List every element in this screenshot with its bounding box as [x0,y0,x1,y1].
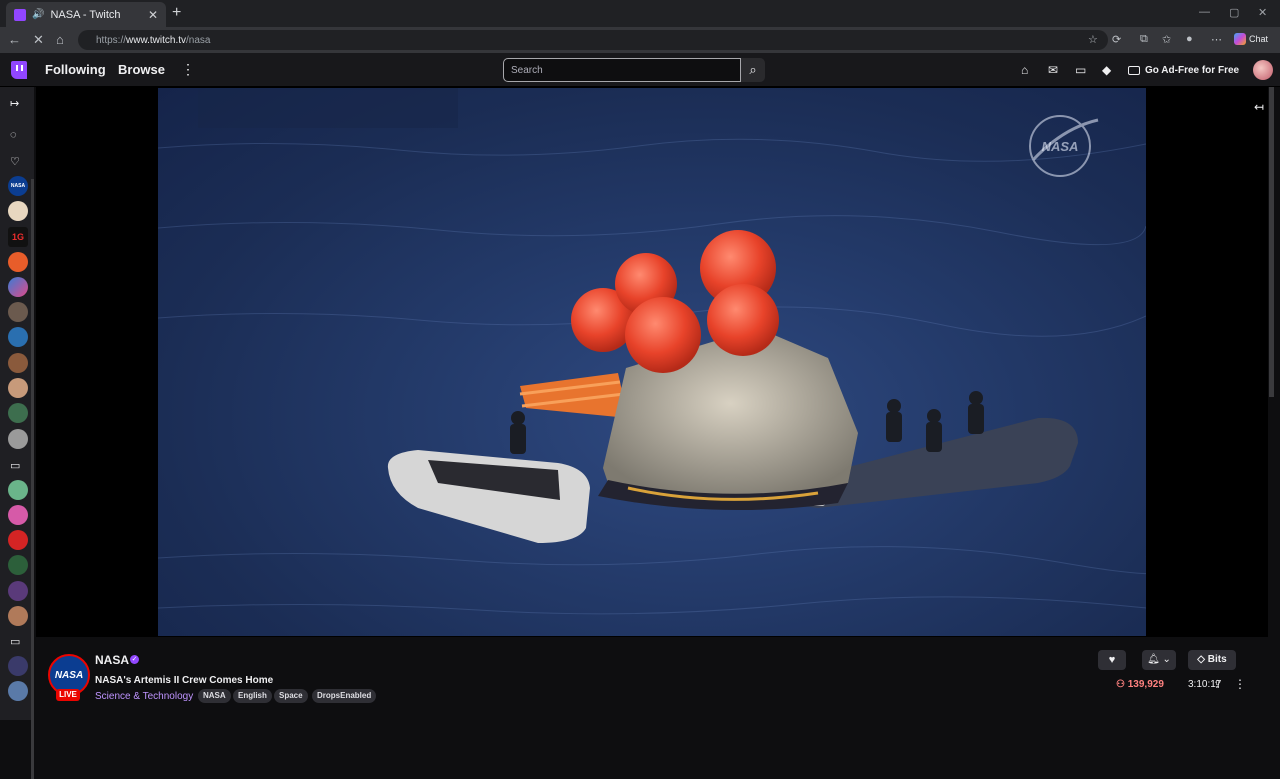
twitch-topnav: Following Browse ⋮ Search ⌕ ⌂ ✉ ▭ ◆ Go A… [0,53,1280,87]
video-camera-icon[interactable]: ▭ [10,635,20,648]
follow-button[interactable]: ♥ [1098,650,1126,670]
profile-icon[interactable]: ● [1186,33,1193,45]
url-field[interactable]: https://www.twitch.tv/nasa [78,30,1108,50]
followed-channels-sidebar: ↦ ◌ ♡ NASA 1G ▭ ▭ [0,87,34,779]
split-screen-icon[interactable]: ⧉ [1140,33,1148,46]
video-frame: NASA [158,88,1146,636]
bits-icon: ◇ [1197,654,1205,665]
new-tab-icon[interactable]: + [172,4,181,22]
sidebar-channel-avatar[interactable] [8,302,28,322]
bits-button[interactable]: ◇ Bits [1188,650,1236,670]
sidebar-channel-avatar[interactable] [8,505,28,525]
following-link[interactable]: Following [45,62,106,77]
sidebar-channel-avatar[interactable] [8,681,28,701]
tag-nasa[interactable]: NASA [198,689,231,703]
browser-tab[interactable]: 🔊 NASA - Twitch ✕ [6,2,166,27]
home-icon[interactable]: ⌂ [56,32,64,47]
drops-icon[interactable]: ⌂ [1021,63,1028,77]
tab-title: NASA - Twitch [50,8,121,21]
sidebar-scrollbar[interactable] [31,179,34,779]
notifications-button[interactable]: 🔔︎ ⌄ [1142,650,1176,670]
bits-crystal-icon[interactable]: ◆ [1102,63,1111,77]
nasa-watermark-text: NASA [1042,139,1079,154]
viewer-count: ⚇ 139,929 [1116,679,1164,690]
stream-title: NASA's Artemis II Crew Comes Home [95,675,274,686]
video-player[interactable]: NASA [36,87,1268,637]
for-you-icon[interactable]: ◌ [10,129,17,141]
user-avatar[interactable] [1253,60,1273,80]
more-menu-icon[interactable]: ⋮ [181,61,195,78]
address-bar-row: ← ✕ ⌂ https://www.twitch.tv/nasa ☆ ⟳ ⧉ ✩… [0,27,1280,53]
prime-icon [1128,65,1140,75]
url-prefix: https:// [96,34,127,46]
viewer-person-icon: ⚇ [1116,679,1125,690]
sidebar-channel-avatar[interactable] [8,403,28,423]
heart-icon: ♥ [1108,654,1116,666]
search-button[interactable]: ⌕ [741,58,765,82]
browse-link[interactable]: Browse [118,62,165,77]
collapse-chat-icon[interactable]: ↤ [1254,100,1264,114]
copilot-chat-button[interactable]: Chat [1234,33,1268,45]
sidebar-channel-nasa[interactable]: NASA [8,176,28,196]
copilot-icon [1234,33,1246,45]
sidebar-channel-avatar[interactable] [8,327,28,347]
sidebar-channel-avatar[interactable] [8,656,28,676]
favorites-icon[interactable]: ✩ [1162,33,1171,46]
reload-icon[interactable]: ✕ [33,32,44,48]
tag-dropsenabled[interactable]: DropsEnabled [312,689,377,703]
chevron-down-icon: ⌄ [1162,654,1171,665]
more-options-icon[interactable]: ⋮ [1234,677,1246,691]
video-camera-icon[interactable]: ▭ [10,459,20,472]
chat-label: Chat [1249,34,1269,44]
verified-badge-icon: ✓ [130,655,139,664]
following-heart-icon[interactable]: ♡ [10,155,20,168]
speaker-icon[interactable]: 🔊 [32,9,44,20]
sidebar-channel-avatar[interactable] [8,378,28,398]
inbox-icon[interactable]: ✉ [1048,63,1058,77]
bell-icon: 🔔︎ [1147,654,1160,665]
sidebar-channel-avatar[interactable] [8,201,28,221]
channel-info-bar: NASA LIVE NASA ✓ NASA's Artemis II Crew … [36,640,1268,720]
search-input[interactable]: Search [503,58,741,82]
sidebar-channel-avatar[interactable] [8,252,28,272]
go-ad-free-button[interactable]: Go Ad-Free for Free [1128,61,1239,79]
twitch-logo-icon[interactable] [11,61,27,79]
close-tab-icon[interactable]: ✕ [148,8,158,22]
favorite-star-icon[interactable]: ☆ [1088,33,1098,46]
orion-capsule-recovery-scene: NASA [158,88,1146,615]
twitch-favicon-icon [14,8,26,21]
search-icon: ⌕ [749,62,757,77]
bits-label: Bits [1207,654,1227,665]
url-path: /nasa [186,34,211,46]
tag-space[interactable]: Space [274,689,308,703]
url-host: www.twitch.tv [126,34,187,46]
back-icon[interactable]: ← [8,32,21,47]
sidebar-channel-avatar[interactable] [8,530,28,550]
minimize-icon[interactable]: — [1199,6,1210,18]
channel-avatar-text: NASA [54,669,84,681]
sidebar-channel-avatar[interactable] [8,277,28,297]
category-link[interactable]: Science & Technology [95,691,193,702]
tag-english[interactable]: English [233,689,272,703]
share-icon[interactable]: ⇪ [1213,678,1222,691]
browser-menu-icon[interactable]: ⋯ [1211,33,1222,46]
go-ad-free-label: Go Ad-Free for Free [1145,64,1240,76]
close-window-icon[interactable]: ✕ [1258,6,1267,19]
sidebar-channel-avatar[interactable] [8,480,28,500]
extensions-icon[interactable]: ⟳ [1112,33,1121,46]
live-badge: LIVE [56,689,80,701]
sidebar-channel-avatar[interactable] [8,429,28,449]
sidebar-channel-avatar[interactable] [8,606,28,626]
expand-sidebar-icon[interactable]: ↦ [10,97,19,110]
sidebar-channel-avatar[interactable] [8,353,28,373]
maximize-icon[interactable]: ▢ [1229,6,1239,19]
sidebar-channel-1g[interactable]: 1G [8,227,28,247]
channel-name[interactable]: NASA [95,653,129,667]
whispers-icon[interactable]: ▭ [1075,63,1086,77]
sidebar-channel-avatar[interactable] [8,581,28,601]
browser-tabstrip: 🔊 NASA - Twitch ✕ + — ▢ ✕ [0,0,1280,27]
page-scrollbar[interactable] [1269,87,1274,397]
sidebar-channel-avatar[interactable] [8,555,28,575]
viewer-count-value: 139,929 [1127,679,1164,690]
